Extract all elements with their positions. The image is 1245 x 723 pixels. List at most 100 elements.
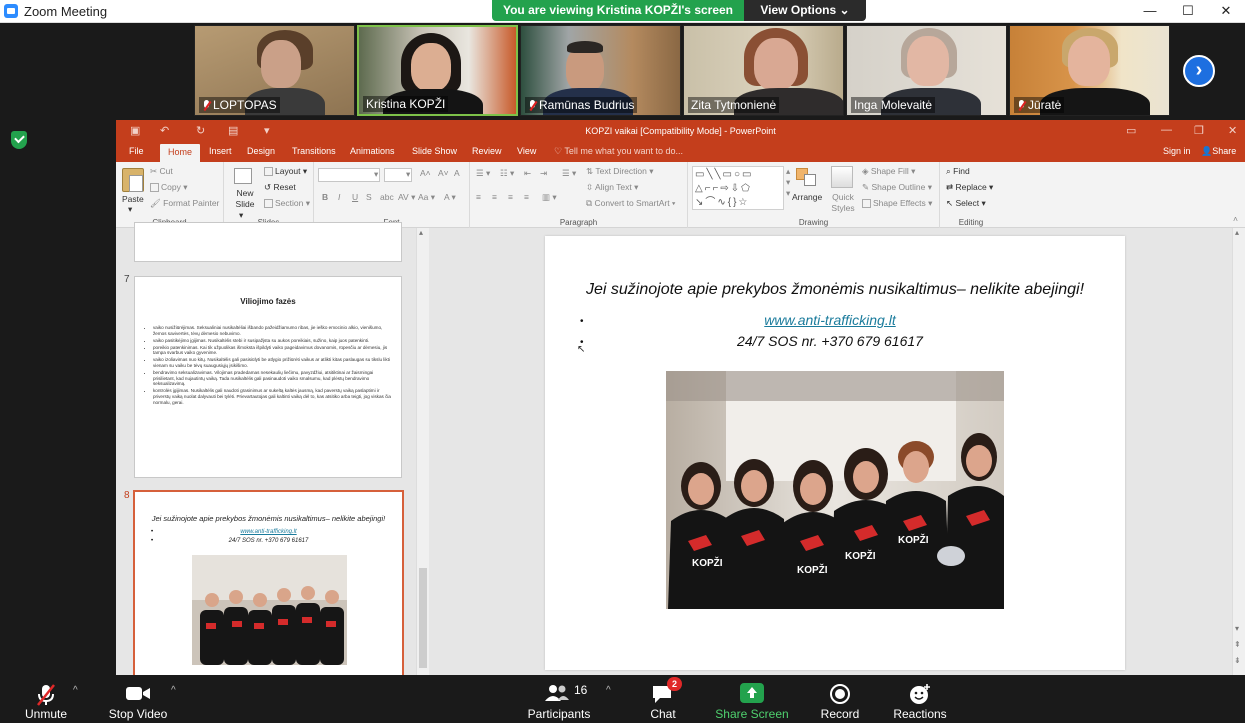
- collapse-ribbon-icon[interactable]: ˄: [1233, 214, 1238, 224]
- replace-button[interactable]: ⇄ Replace ▾: [946, 182, 993, 193]
- share-button[interactable]: 👤Share: [1201, 146, 1236, 157]
- current-slide[interactable]: Jei sužinojote apie prekybos žmonėmis nu…: [545, 236, 1125, 670]
- new-slide-button[interactable]: New Slide: [230, 188, 260, 210]
- shrink-font-icon[interactable]: A˅: [438, 168, 449, 178]
- reactions-button[interactable]: Reactions: [890, 675, 950, 723]
- shapes-scroll-icon[interactable]: ▴ ▾ ▾: [786, 166, 790, 199]
- tab-transitions[interactable]: Transitions: [292, 146, 336, 156]
- ribbon-display-icon[interactable]: ▭: [1126, 124, 1136, 137]
- align-center-icon[interactable]: ≡: [492, 192, 497, 202]
- participants-caret-icon[interactable]: ^: [606, 685, 611, 696]
- arrange-button[interactable]: Arrange: [792, 192, 822, 202]
- close-icon[interactable]: ✕: [1207, 0, 1245, 23]
- tab-insert[interactable]: Insert: [209, 146, 232, 156]
- quick-styles-icon[interactable]: [831, 166, 853, 188]
- paste-dropdown-icon[interactable]: ▾: [128, 204, 132, 215]
- strikethrough-icon[interactable]: abc: [380, 192, 394, 202]
- share-screen-button[interactable]: Share Screen: [712, 675, 792, 723]
- change-case-icon[interactable]: Aa ▾: [418, 192, 435, 203]
- security-shield-icon[interactable]: [11, 131, 27, 149]
- tab-design[interactable]: Design: [247, 146, 275, 156]
- tab-view[interactable]: View: [517, 146, 536, 156]
- shape-outline-button[interactable]: ✎ Shape Outline ▾: [862, 182, 932, 193]
- view-options-button[interactable]: View Options ⌄: [744, 0, 866, 21]
- find-button[interactable]: ⌕ Find: [946, 166, 970, 177]
- font-name-box[interactable]: [318, 168, 380, 182]
- new-slide-icon[interactable]: [234, 168, 252, 184]
- maximize-icon[interactable]: ☐: [1169, 0, 1207, 23]
- decrease-indent-icon[interactable]: ⇤: [524, 168, 531, 179]
- align-left-icon[interactable]: ≡: [476, 192, 481, 202]
- font-size-dropdown-icon[interactable]: ▾: [406, 169, 410, 180]
- reset-button[interactable]: ↺ Reset: [264, 182, 296, 193]
- tell-me-search[interactable]: ♡ Tell me what you want to do...: [554, 146, 683, 157]
- convert-smartart-button[interactable]: ⧉ Convert to SmartArt ▾: [586, 198, 676, 209]
- shape-effects-button[interactable]: Shape Effects ▾: [862, 198, 932, 209]
- increase-indent-icon[interactable]: ⇥: [540, 168, 547, 179]
- record-button[interactable]: Record: [815, 675, 865, 723]
- previous-slide-icon[interactable]: ⇞: [1234, 640, 1241, 649]
- participant-tile[interactable]: Ramūnas Budrius: [520, 25, 681, 116]
- align-right-icon[interactable]: ≡: [508, 192, 513, 202]
- shape-fill-button[interactable]: ◈ Shape Fill ▾: [862, 166, 915, 177]
- minimize-icon[interactable]: —: [1131, 0, 1169, 23]
- slide-thumbnail-7[interactable]: Viliojimo fazės vaiko nusižiūrėjimas. Se…: [134, 276, 402, 478]
- unmute-button[interactable]: Unmute: [15, 675, 77, 723]
- section-button[interactable]: Section ▾: [264, 198, 310, 209]
- sign-in-link[interactable]: Sign in: [1163, 146, 1191, 156]
- slide-scrollbar[interactable]: ▴ ▾ ⇞ ⇟: [1232, 228, 1245, 675]
- copy-button[interactable]: Copy ▾: [150, 182, 187, 193]
- format-painter-button[interactable]: 🖌 Format Painter: [150, 198, 219, 209]
- justify-icon[interactable]: ≡: [524, 192, 529, 202]
- participants-button[interactable]: 16 Participants: [524, 675, 594, 723]
- grow-font-icon[interactable]: A˄: [420, 168, 431, 178]
- participant-tile[interactable]: Zita Tytmonienė: [683, 25, 844, 116]
- audio-options-caret-icon[interactable]: ^: [73, 685, 78, 696]
- italic-button[interactable]: I: [338, 192, 340, 202]
- font-color-icon[interactable]: A ▾: [444, 192, 456, 203]
- ppt-restore-icon[interactable]: ❐: [1194, 124, 1204, 137]
- scroll-up-icon[interactable]: ▴: [419, 228, 423, 237]
- video-options-caret-icon[interactable]: ^: [171, 685, 176, 696]
- tab-animations[interactable]: Animations: [350, 146, 395, 156]
- layout-button[interactable]: Layout ▾: [264, 166, 307, 177]
- tab-home[interactable]: Home: [160, 144, 201, 162]
- quick-styles-button[interactable]: Quick Styles: [828, 192, 858, 214]
- bullets-icon[interactable]: ☰ ▾: [476, 168, 490, 179]
- ppt-close-icon[interactable]: ✕: [1228, 124, 1237, 137]
- numbering-icon[interactable]: ☷ ▾: [500, 168, 514, 179]
- participant-tile[interactable]: LOPTOPAS: [194, 25, 355, 116]
- tab-file[interactable]: File: [129, 146, 144, 156]
- next-page-arrow-icon[interactable]: ›: [1183, 55, 1215, 87]
- slide-thumbnail[interactable]: [134, 222, 402, 262]
- arrange-icon[interactable]: [796, 168, 818, 188]
- participant-tile[interactable]: Jūratė: [1009, 25, 1170, 116]
- chat-button[interactable]: 2 Chat: [643, 675, 683, 723]
- ppt-minimize-icon[interactable]: —: [1161, 124, 1172, 136]
- thumbnails-scrollbar[interactable]: ▴: [416, 228, 429, 675]
- paste-button[interactable]: Paste: [122, 194, 144, 204]
- bold-button[interactable]: B: [322, 192, 328, 202]
- cut-button[interactable]: ✂ Cut: [150, 166, 173, 177]
- shadow-button[interactable]: S: [366, 192, 372, 202]
- stop-video-button[interactable]: Stop Video: [106, 675, 170, 723]
- shapes-gallery[interactable]: ▭╲╲▭○▭ △⌐⌐⇨⇩⬠ ↘⌒∿{}☆: [692, 166, 784, 210]
- font-name-dropdown-icon[interactable]: ▾: [374, 169, 378, 180]
- scroll-down-icon[interactable]: ▾: [1235, 624, 1239, 633]
- scroll-up-icon[interactable]: ▴: [1235, 228, 1239, 237]
- line-spacing-icon[interactable]: ☰ ▾: [562, 168, 576, 179]
- slide-link[interactable]: www.anti-trafficking.lt: [555, 312, 1105, 328]
- tab-review[interactable]: Review: [472, 146, 502, 156]
- participant-tile[interactable]: Inga Molevaitė: [846, 25, 1007, 116]
- participant-tile-active[interactable]: Kristina KOPŽI: [357, 25, 518, 116]
- text-direction-button[interactable]: ⇅ Text Direction ▾: [586, 166, 653, 177]
- align-text-button[interactable]: ⇳ Align Text ▾: [586, 182, 638, 193]
- slide-thumbnail-8-selected[interactable]: Jei sužinojote apie prekybos žmonėmis nu…: [133, 490, 404, 675]
- tab-slide-show[interactable]: Slide Show: [412, 146, 457, 156]
- scrollbar-thumb[interactable]: [419, 568, 427, 668]
- char-spacing-icon[interactable]: AV ▾: [398, 192, 415, 203]
- columns-icon[interactable]: ▥ ▾: [542, 192, 557, 203]
- underline-button[interactable]: U: [352, 192, 358, 202]
- paste-icon[interactable]: [122, 168, 144, 192]
- select-button[interactable]: ↖ Select ▾: [946, 198, 986, 209]
